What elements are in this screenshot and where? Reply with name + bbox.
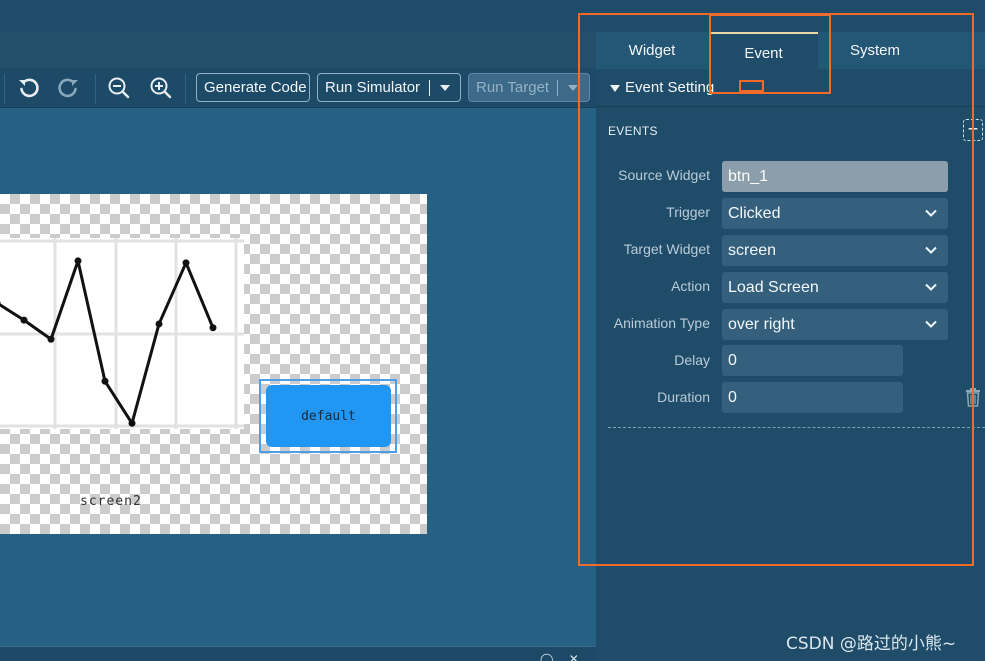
chart-point <box>182 259 190 267</box>
run-simulator-label: Run Simulator <box>325 79 421 96</box>
toolbar-separator <box>95 74 96 104</box>
screen-name-label: screen2 <box>80 494 142 509</box>
default-button-widget[interactable]: default <box>266 385 391 447</box>
toolbar-separator <box>4 74 5 104</box>
run-simulator-button[interactable]: Run Simulator <box>317 73 461 102</box>
toolbar-separator <box>185 74 186 104</box>
chart-point <box>128 419 136 427</box>
chevron-down-icon[interactable] <box>440 85 450 91</box>
toolbar: Generate Code Run Simulator Run Target <box>0 68 596 108</box>
close-icon[interactable]: ✕ <box>569 652 579 661</box>
bottom-panel-controls: ◯ ✕ <box>540 652 579 661</box>
chart-point <box>47 335 55 343</box>
default-button-label: default <box>301 408 356 424</box>
redo-icon[interactable] <box>56 75 82 101</box>
zoom-out-icon[interactable] <box>106 75 132 101</box>
run-target-label: Run Target <box>476 79 550 96</box>
split-divider <box>429 80 430 96</box>
screen-preview[interactable]: screen2 <box>0 194 427 534</box>
annotation-box-marker <box>739 80 764 92</box>
zoom-in-icon[interactable] <box>148 75 174 101</box>
chart-widget[interactable] <box>0 238 246 431</box>
chart-point <box>155 320 163 328</box>
chart-point <box>101 377 109 385</box>
annotation-box-panel <box>578 13 974 566</box>
run-target-button[interactable]: Run Target <box>468 73 590 102</box>
chart-point <box>74 257 82 265</box>
help-icon[interactable]: ◯ <box>540 652 553 661</box>
split-divider <box>557 80 558 96</box>
chart-point <box>209 324 217 332</box>
watermark: CSDN @路过的小熊~ <box>786 634 957 654</box>
annotation-box-event-tab <box>709 14 831 94</box>
generate-code-button[interactable]: Generate Code <box>196 73 310 102</box>
chevron-down-icon[interactable] <box>568 85 578 91</box>
chart-point <box>20 316 28 324</box>
editor-title-strip <box>0 32 596 68</box>
bottom-panel-strip <box>0 646 596 661</box>
line-chart <box>0 238 244 429</box>
generate-code-label: Generate Code <box>204 79 307 96</box>
undo-icon[interactable] <box>15 75 41 101</box>
